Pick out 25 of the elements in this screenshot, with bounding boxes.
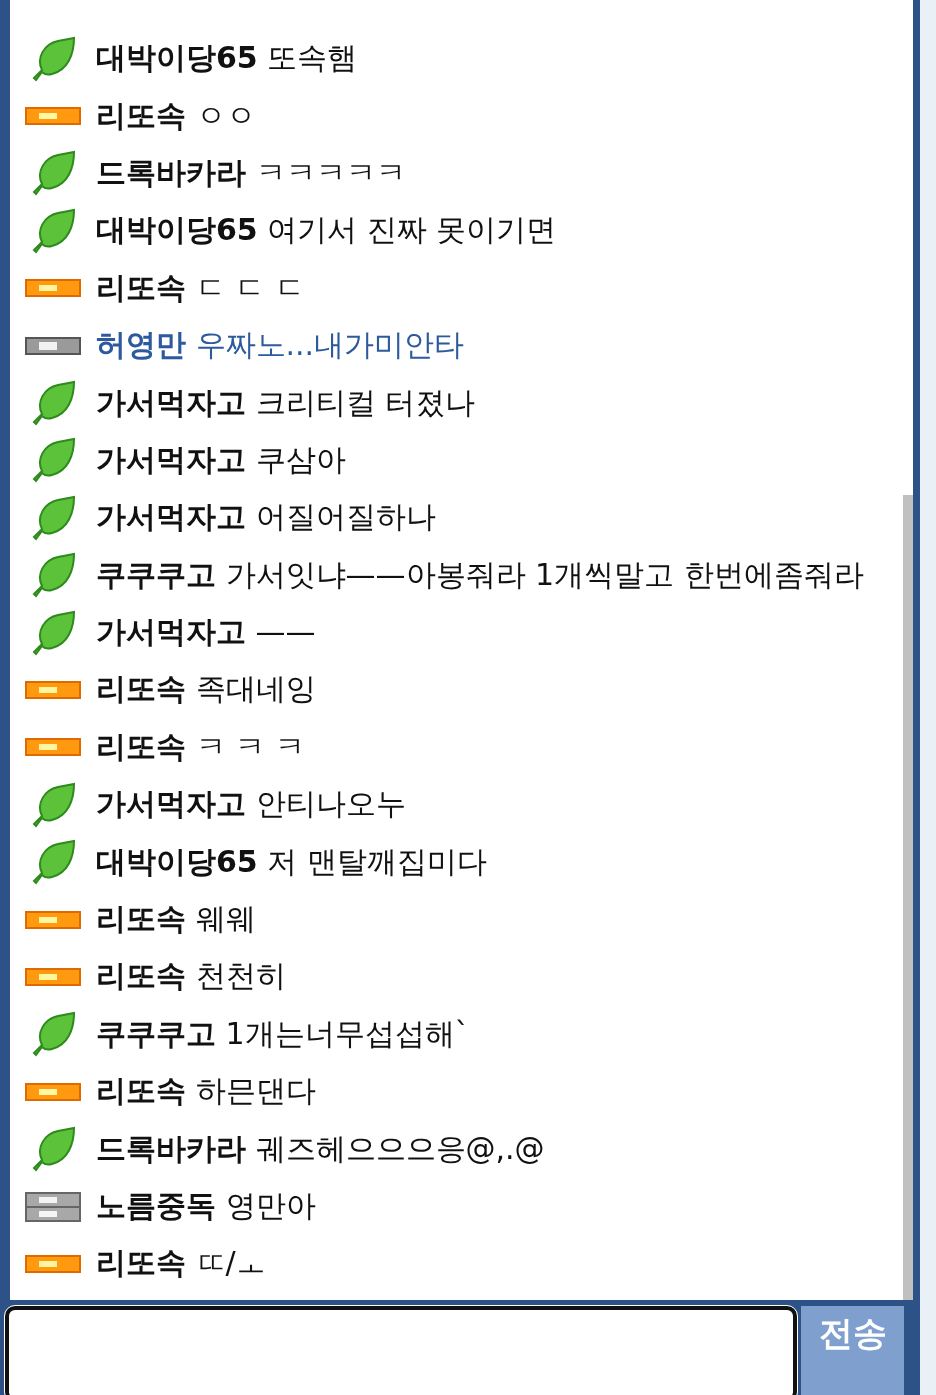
chat-message: 드록바카라 ㅋㅋㅋㅋㅋ [96, 153, 406, 192]
chat-message: 노름중독 영만아 [96, 1187, 316, 1225]
scrollbar[interactable] [903, 495, 913, 1300]
chat-message: 리또속 ㄷ ㄷ ㄷ [96, 268, 305, 307]
chat-message: 가서먹자고 어질어질하나 [96, 498, 436, 537]
chat-message: 리또속 족대네잉 [96, 670, 316, 709]
chat-message: 리또속 웨웨 [96, 900, 256, 939]
chat-message: 대박이당65 여기서 진짜 못이기면 [96, 211, 557, 250]
chat-message: 가서먹자고 쿠삼아 [96, 440, 346, 479]
chat-message: 대박이당65 저 맨탈깨집미다 [96, 842, 487, 881]
chat-message: 리또속 ㅇㅇ [96, 96, 256, 135]
chat-message: 가서먹자고 크리티컬 터졌나 [96, 383, 476, 422]
chat-message: 허영만 우짜노...내가미안타 [96, 326, 465, 365]
send-button[interactable]: 전송 [801, 1306, 904, 1395]
chat-message: 가서먹자고 —— [96, 613, 316, 652]
chat-message: 리또속 천천히 [96, 957, 286, 996]
chat-message: 리또속 ㄸ/ㅗ [96, 1244, 266, 1283]
chat-message: 대박이당65 또속햄 [96, 39, 358, 78]
chat-message: 쿠쿠쿠고 1개는너무섭섭해` [96, 1014, 470, 1053]
message-input[interactable] [5, 1306, 797, 1395]
chat-message: 리또속 하믄댄다 [96, 1072, 316, 1111]
chat-message: 리또속 ㅋ ㅋ ㅋ [96, 727, 305, 766]
chat-message: 쿠쿠쿠고 가서잇냐——아봉줘라 1개씩말고 한번에좀줘라 [96, 555, 864, 594]
chat-message: 가서먹자고 안티나오누 [96, 785, 406, 824]
chat-message: 드록바카라 궤즈헤으으으응@,.@ [96, 1129, 545, 1168]
